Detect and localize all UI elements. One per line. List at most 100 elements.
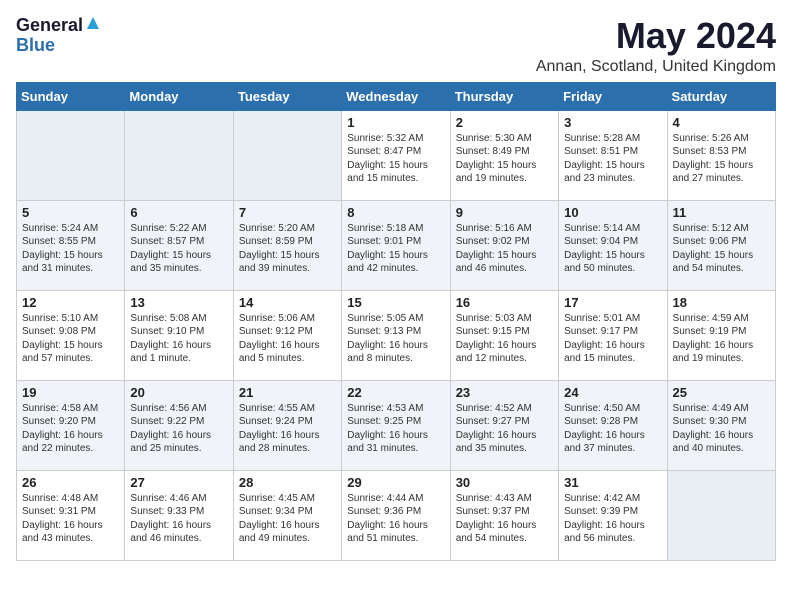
calendar-cell: 18Sunrise: 4:59 AM Sunset: 9:19 PM Dayli… — [667, 290, 775, 380]
day-number: 28 — [239, 475, 336, 490]
calendar-cell: 26Sunrise: 4:48 AM Sunset: 9:31 PM Dayli… — [17, 470, 125, 560]
calendar-week-row: 19 Sunrise: 4:58 AM Sunset: 9:20 PM Dayli… — [17, 380, 776, 470]
day-header-wednesday: Wednesday — [342, 82, 450, 110]
logo-general-text: General — [16, 16, 83, 36]
day-info-text: Sunrise: 4:50 AM Sunset: 9:28 PM Dayligh… — [564, 402, 661, 456]
calendar-cell: 10 Sunrise: 5:14 AM Sunset: 9:04 PM Dayli… — [559, 200, 667, 290]
calendar-cell — [667, 470, 775, 560]
day-number: 8 — [347, 205, 444, 220]
day-number: 16 — [456, 295, 553, 310]
calendar-cell — [17, 110, 125, 200]
header: General Blue May 2024 Annan, Scotland, U… — [16, 16, 776, 76]
day-number: 13 — [130, 295, 227, 310]
calendar-week-row: 5Sunrise: 5:24 AM Sunset: 8:55 PM Daylig… — [17, 200, 776, 290]
day-info-text: Sunrise: 4:56 AM Sunset: 9:22 PM Dayligh… — [130, 402, 227, 456]
day-info-text: Sunrise: 5:32 AM Sunset: 8:47 PM Dayligh… — [347, 132, 444, 186]
calendar-cell: 12 Sunrise: 5:10 AM Sunset: 9:08 PM Dayli… — [17, 290, 125, 380]
day-info-text: Sunrise: 5:16 AM Sunset: 9:02 PM Dayligh… — [456, 222, 553, 276]
day-number: 25 — [673, 385, 770, 400]
day-number: 27 — [130, 475, 227, 490]
day-number: 23 — [456, 385, 553, 400]
day-info-text: Sunrise: 4:46 AM Sunset: 9:33 PM Dayligh… — [130, 492, 227, 546]
calendar-cell: 19 Sunrise: 4:58 AM Sunset: 9:20 PM Dayli… — [17, 380, 125, 470]
calendar-cell — [125, 110, 233, 200]
calendar-week-row: 1 Sunrise: 5:32 AM Sunset: 8:47 PM Daylig… — [17, 110, 776, 200]
calendar-cell: 20 Sunrise: 4:56 AM Sunset: 9:22 PM Dayli… — [125, 380, 233, 470]
calendar-week-row: 26Sunrise: 4:48 AM Sunset: 9:31 PM Dayli… — [17, 470, 776, 560]
calendar-cell: 28 Sunrise: 4:45 AM Sunset: 9:34 PM Dayli… — [233, 470, 341, 560]
day-info-text: Sunrise: 4:42 AM Sunset: 9:39 PM Dayligh… — [564, 492, 661, 546]
day-number: 15 — [347, 295, 444, 310]
day-info-text: Sunrise: 4:59 AM Sunset: 9:19 PM Dayligh… — [673, 312, 770, 366]
calendar-cell: 30 Sunrise: 4:43 AM Sunset: 9:37 PM Dayli… — [450, 470, 558, 560]
day-number: 4 — [673, 115, 770, 130]
calendar-cell: 15Sunrise: 5:05 AM Sunset: 9:13 PM Dayli… — [342, 290, 450, 380]
calendar-cell: 8Sunrise: 5:18 AM Sunset: 9:01 PM Daylig… — [342, 200, 450, 290]
calendar-cell: 21 Sunrise: 4:55 AM Sunset: 9:24 PM Dayli… — [233, 380, 341, 470]
day-info-text: Sunrise: 4:53 AM Sunset: 9:25 PM Dayligh… — [347, 402, 444, 456]
day-info-text: Sunrise: 5:20 AM Sunset: 8:59 PM Dayligh… — [239, 222, 336, 276]
calendar-cell: 3 Sunrise: 5:28 AM Sunset: 8:51 PM Daylig… — [559, 110, 667, 200]
day-number: 24 — [564, 385, 661, 400]
calendar-week-row: 12 Sunrise: 5:10 AM Sunset: 9:08 PM Dayli… — [17, 290, 776, 380]
day-number: 9 — [456, 205, 553, 220]
calendar-cell: 16Sunrise: 5:03 AM Sunset: 9:15 PM Dayli… — [450, 290, 558, 380]
day-info-text: Sunrise: 5:10 AM Sunset: 9:08 PM Dayligh… — [22, 312, 119, 366]
calendar-cell: 11Sunrise: 5:12 AM Sunset: 9:06 PM Dayli… — [667, 200, 775, 290]
day-number: 21 — [239, 385, 336, 400]
title-area: May 2024 Annan, Scotland, United Kingdom — [536, 16, 776, 76]
day-number: 10 — [564, 205, 661, 220]
calendar-cell: 4 Sunrise: 5:26 AM Sunset: 8:53 PM Daylig… — [667, 110, 775, 200]
day-info-text: Sunrise: 4:43 AM Sunset: 9:37 PM Dayligh… — [456, 492, 553, 546]
day-info-text: Sunrise: 5:14 AM Sunset: 9:04 PM Dayligh… — [564, 222, 661, 276]
day-number: 22 — [347, 385, 444, 400]
calendar-cell: 25Sunrise: 4:49 AM Sunset: 9:30 PM Dayli… — [667, 380, 775, 470]
day-number: 1 — [347, 115, 444, 130]
day-header-sunday: Sunday — [17, 82, 125, 110]
day-number: 3 — [564, 115, 661, 130]
logo-blue-text: Blue — [16, 36, 55, 56]
day-info-text: Sunrise: 4:45 AM Sunset: 9:34 PM Dayligh… — [239, 492, 336, 546]
day-info-text: Sunrise: 5:30 AM Sunset: 8:49 PM Dayligh… — [456, 132, 553, 186]
day-number: 6 — [130, 205, 227, 220]
calendar-cell: 27 Sunrise: 4:46 AM Sunset: 9:33 PM Dayli… — [125, 470, 233, 560]
day-info-text: Sunrise: 5:08 AM Sunset: 9:10 PM Dayligh… — [130, 312, 227, 366]
day-number: 12 — [22, 295, 119, 310]
day-info-text: Sunrise: 5:22 AM Sunset: 8:57 PM Dayligh… — [130, 222, 227, 276]
day-info-text: Sunrise: 4:52 AM Sunset: 9:27 PM Dayligh… — [456, 402, 553, 456]
month-year-title: May 2024 — [536, 16, 776, 56]
day-number: 30 — [456, 475, 553, 490]
calendar-cell: 6 Sunrise: 5:22 AM Sunset: 8:57 PM Daylig… — [125, 200, 233, 290]
day-header-saturday: Saturday — [667, 82, 775, 110]
calendar-cell: 7 Sunrise: 5:20 AM Sunset: 8:59 PM Daylig… — [233, 200, 341, 290]
day-info-text: Sunrise: 4:44 AM Sunset: 9:36 PM Dayligh… — [347, 492, 444, 546]
calendar-cell: 14Sunrise: 5:06 AM Sunset: 9:12 PM Dayli… — [233, 290, 341, 380]
day-header-monday: Monday — [125, 82, 233, 110]
calendar-header-row: SundayMondayTuesdayWednesdayThursdayFrid… — [17, 82, 776, 110]
calendar-cell: 24 Sunrise: 4:50 AM Sunset: 9:28 PM Dayli… — [559, 380, 667, 470]
calendar-cell: 2Sunrise: 5:30 AM Sunset: 8:49 PM Daylig… — [450, 110, 558, 200]
logo-triangle-icon — [86, 16, 100, 35]
location-subtitle: Annan, Scotland, United Kingdom — [536, 58, 776, 76]
calendar-cell: 22 Sunrise: 4:53 AM Sunset: 9:25 PM Dayli… — [342, 380, 450, 470]
day-info-text: Sunrise: 5:28 AM Sunset: 8:51 PM Dayligh… — [564, 132, 661, 186]
day-info-text: Sunrise: 5:26 AM Sunset: 8:53 PM Dayligh… — [673, 132, 770, 186]
calendar-cell: 29Sunrise: 4:44 AM Sunset: 9:36 PM Dayli… — [342, 470, 450, 560]
day-header-tuesday: Tuesday — [233, 82, 341, 110]
day-info-text: Sunrise: 5:12 AM Sunset: 9:06 PM Dayligh… — [673, 222, 770, 276]
logo: General Blue — [16, 16, 100, 56]
day-number: 7 — [239, 205, 336, 220]
day-number: 26 — [22, 475, 119, 490]
day-info-text: Sunrise: 4:55 AM Sunset: 9:24 PM Dayligh… — [239, 402, 336, 456]
day-number: 19 — [22, 385, 119, 400]
calendar-table: SundayMondayTuesdayWednesdayThursdayFrid… — [16, 82, 776, 561]
day-number: 17 — [564, 295, 661, 310]
day-header-thursday: Thursday — [450, 82, 558, 110]
day-number: 31 — [564, 475, 661, 490]
day-info-text: Sunrise: 5:06 AM Sunset: 9:12 PM Dayligh… — [239, 312, 336, 366]
calendar-cell: 5Sunrise: 5:24 AM Sunset: 8:55 PM Daylig… — [17, 200, 125, 290]
day-info-text: Sunrise: 5:01 AM Sunset: 9:17 PM Dayligh… — [564, 312, 661, 366]
day-number: 20 — [130, 385, 227, 400]
calendar-cell: 17 Sunrise: 5:01 AM Sunset: 9:17 PM Dayli… — [559, 290, 667, 380]
day-info-text: Sunrise: 4:58 AM Sunset: 9:20 PM Dayligh… — [22, 402, 119, 456]
